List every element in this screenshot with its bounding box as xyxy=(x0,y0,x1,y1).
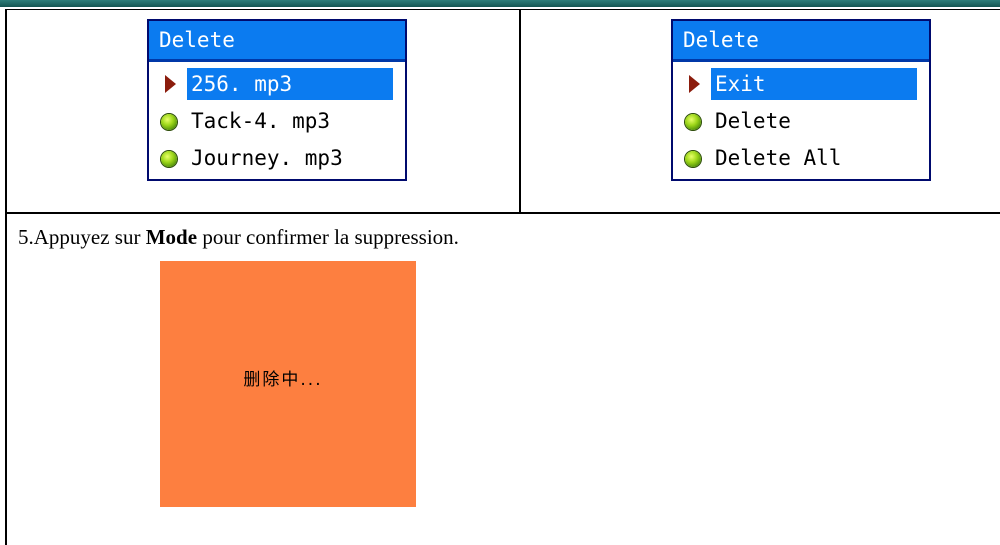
table-row-divider xyxy=(5,212,1000,214)
triangle-pointer-icon xyxy=(689,75,700,93)
deleting-popup: 删除中... xyxy=(160,261,416,507)
green-ball-icon xyxy=(685,151,701,167)
menu-item[interactable]: Delete All xyxy=(673,142,929,179)
popup-message: 删除中... xyxy=(243,369,323,390)
menu-item-label: 256. mp3 xyxy=(187,68,393,100)
instruction-bold-key: Mode xyxy=(145,225,198,249)
menu-item-label: Journey. mp3 xyxy=(191,146,343,170)
menu-item-label: Delete xyxy=(715,109,791,133)
instruction-suffix: pour confirmer la suppression. xyxy=(197,225,459,249)
menu-item[interactable]: Delete xyxy=(673,105,929,142)
table-column-divider xyxy=(519,9,521,213)
top-decorative-bar xyxy=(0,0,1000,7)
menu-title: Delete xyxy=(673,21,929,62)
menu-item-label: Delete All xyxy=(715,146,842,170)
menu-item[interactable]: Tack-4. mp3 xyxy=(149,105,405,142)
menu-item-selected[interactable]: Exit xyxy=(673,68,929,105)
menu-item-label: Exit xyxy=(711,68,917,100)
green-ball-icon xyxy=(161,114,177,130)
menu-item[interactable]: Journey. mp3 xyxy=(149,142,405,179)
green-ball-icon xyxy=(685,114,701,130)
left-delete-menu: Delete 256. mp3 Tack-4. mp3 Journey. mp3 xyxy=(147,19,407,181)
instruction-text: 5.Appuyez sur Mode pour confirmer la sup… xyxy=(18,225,459,250)
instruction-prefix: 5.Appuyez sur xyxy=(18,225,146,249)
menu-item-selected[interactable]: 256. mp3 xyxy=(149,68,405,105)
right-delete-menu: Delete Exit Delete Delete All xyxy=(671,19,931,181)
green-ball-icon xyxy=(161,151,177,167)
menu-title: Delete xyxy=(149,21,405,62)
triangle-pointer-icon xyxy=(165,75,176,93)
menu-item-label: Tack-4. mp3 xyxy=(191,109,331,133)
